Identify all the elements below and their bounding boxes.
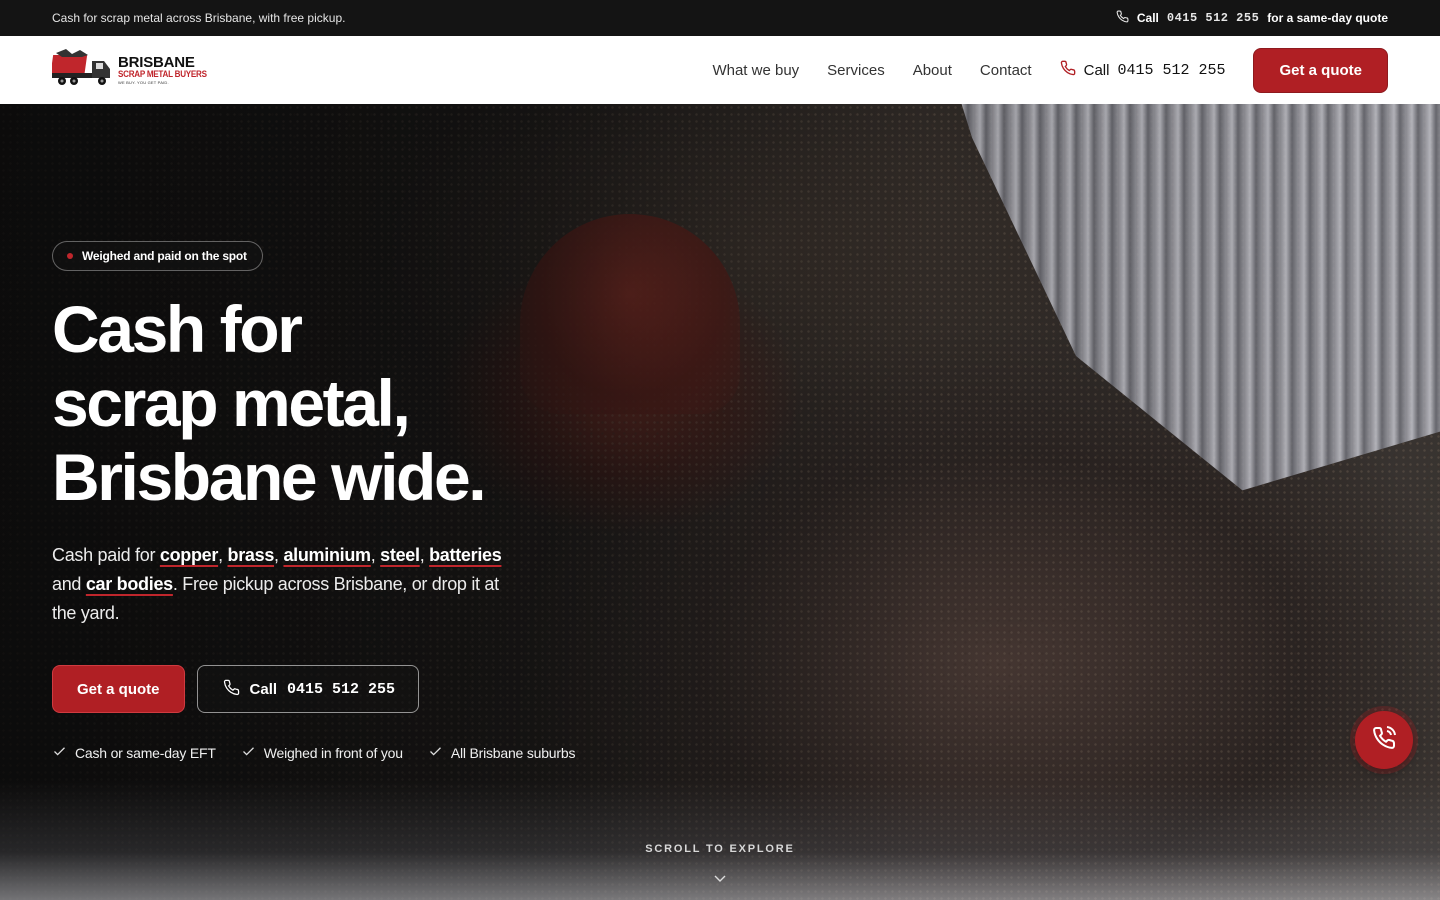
scroll-hint[interactable]: SCROLL TO EXPLORE [0, 843, 1440, 855]
topbar-call-suffix: for a same-day quote [1267, 11, 1388, 25]
lede-prefix: Cash paid for [52, 545, 156, 565]
site-header: BRISBANE SCRAP METAL BUYERS WE BUY. YOU … [0, 36, 1440, 104]
phone-icon [1060, 60, 1076, 80]
material-link-steel[interactable]: steel [380, 545, 420, 565]
hero-title-line2: scrap metal, [52, 366, 411, 440]
material-link-copper[interactable]: copper [160, 545, 219, 565]
hero-badge-text: Weighed and paid on the spot [82, 249, 247, 263]
nav-call-label: Call [1083, 61, 1110, 79]
phone-icon [223, 679, 240, 700]
get-quote-button[interactable]: Get a quote [1253, 47, 1388, 93]
phone-icon [1116, 10, 1129, 26]
hero-title-line3: Brisbane wide. [52, 440, 487, 514]
brand-name-line1: BRISBANE [118, 54, 195, 72]
hero-checklist: Cash or same-day EFT Weighed in front of… [52, 744, 575, 762]
topbar-call-label: Call [1136, 11, 1159, 25]
topbar-call[interactable]: Call 0415 512 255 for a same-day quote [1116, 10, 1388, 26]
hero-badge: Weighed and paid on the spot [52, 241, 263, 271]
material-link-batteries[interactable]: batteries [429, 545, 502, 565]
hero-title: Cash for scrap metal, Brisbane wide. [52, 292, 572, 514]
nav-item-contact[interactable]: Contact [980, 62, 1032, 79]
hero-call-button[interactable]: Call 0415 512 255 [196, 665, 420, 713]
floating-call-button[interactable] [1355, 711, 1413, 769]
check-item: All Brisbane suburbs [428, 744, 575, 762]
topbar-phone[interactable]: 0415 512 255 [1167, 11, 1259, 25]
check-item: Cash or same-day EFT [52, 744, 216, 762]
brand-name-line2: SCRAP METAL BUYERS [118, 69, 207, 81]
nav-item-services[interactable]: Services [827, 62, 885, 79]
main-nav: What we buy Services About Contact Call … [712, 47, 1388, 93]
nav-item-what-we-buy[interactable]: What we buy [712, 62, 799, 79]
brand-logo[interactable]: BRISBANE SCRAP METAL BUYERS WE BUY. YOU … [50, 48, 222, 92]
material-link-brass[interactable]: brass [228, 545, 275, 565]
hero-cta-row: Get a quote Call 0415 512 255 [52, 665, 420, 713]
check-item-label: Weighed in front of you [263, 745, 403, 761]
hero-title-line1: Cash for [52, 292, 303, 366]
phone-call-icon [1372, 725, 1396, 755]
chevron-down-icon[interactable] [714, 870, 726, 888]
brand-wordmark: BRISBANE SCRAP METAL BUYERS WE BUY. YOU … [118, 55, 222, 85]
material-link-car-bodies[interactable]: car bodies [86, 574, 173, 594]
nav-item-about[interactable]: About [913, 62, 952, 79]
lede-and: and [52, 574, 82, 594]
topbar-tagline: Cash for scrap metal across Brisbane, wi… [52, 11, 346, 25]
material-link-aluminium[interactable]: aluminium [283, 545, 371, 565]
nav-call-link[interactable]: Call 0415 512 255 [1060, 60, 1226, 80]
check-icon [428, 744, 443, 762]
hero-section: Weighed and paid on the spot Cash for sc… [0, 104, 1440, 900]
check-item-label: Cash or same-day EFT [75, 745, 216, 761]
brand-slogan: WE BUY. YOU GET PAID. [118, 79, 169, 85]
check-icon [241, 744, 256, 762]
truck-logo-icon [50, 48, 114, 92]
check-icon [52, 744, 67, 762]
top-announcement-bar: Cash for scrap metal across Brisbane, wi… [0, 0, 1440, 36]
check-item: Weighed in front of you [241, 744, 403, 762]
hero-lede: Cash paid for copper, brass, aluminium, … [52, 545, 502, 623]
hero-call-label: Call [249, 680, 278, 698]
hero-get-quote-button[interactable]: Get a quote [52, 665, 185, 713]
hero-call-phone: 0415 512 255 [287, 680, 396, 698]
nav-phone: 0415 512 255 [1117, 61, 1226, 79]
check-item-label: All Brisbane suburbs [450, 745, 576, 761]
badge-dot [67, 253, 73, 259]
